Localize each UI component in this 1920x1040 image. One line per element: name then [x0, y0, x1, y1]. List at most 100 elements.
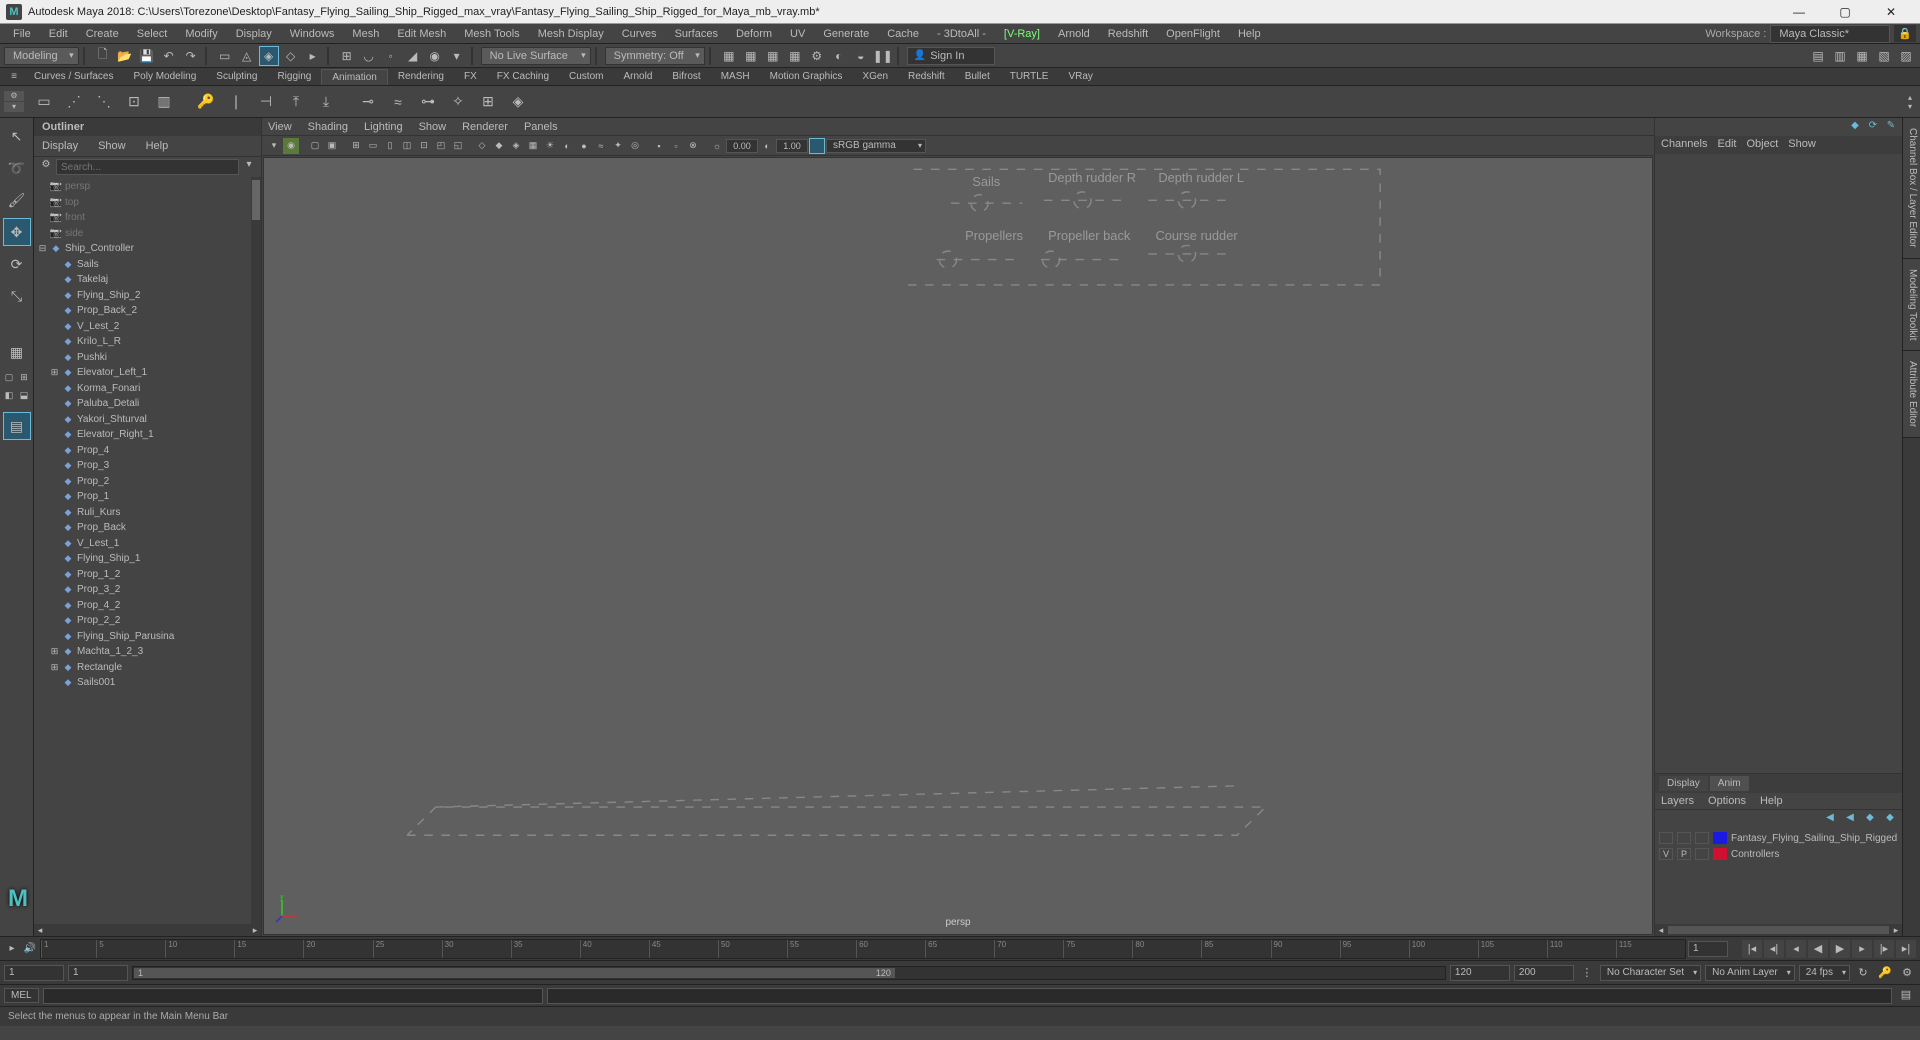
outliner-toggle-icon[interactable]: ▤ — [3, 412, 31, 440]
snap-grid-icon[interactable]: ⊞ — [337, 46, 357, 66]
menu-help[interactable]: Help — [1229, 26, 1270, 42]
anim-end-field[interactable]: 200 — [1514, 965, 1574, 981]
shelf-tab-vray[interactable]: VRay — [1058, 69, 1102, 84]
snap-plane-icon[interactable]: ◢ — [403, 46, 423, 66]
single-persp-layout-icon[interactable]: ▢ — [2, 370, 16, 384]
vp-safe-action-icon[interactable]: ◰ — [433, 138, 449, 154]
toggle-toolset-icon[interactable]: ▧ — [1874, 46, 1894, 66]
range-opts-icon[interactable]: ⋮ — [1578, 965, 1596, 981]
toggle-panel-icon[interactable]: ▥ — [1830, 46, 1850, 66]
cb-menu-show[interactable]: Show — [1788, 138, 1816, 152]
shelf-hold-key-icon[interactable]: ⊣ — [252, 88, 280, 116]
vp-select-cam-icon[interactable]: ▾ — [266, 138, 282, 154]
vp-gamma-field[interactable]: 1.00 — [776, 139, 808, 153]
new-scene-icon[interactable]: 🗋 — [93, 46, 113, 66]
menu-edit[interactable]: Edit — [40, 26, 77, 42]
outliner-node-takelaj[interactable]: Takelaj — [38, 272, 251, 288]
step-back-icon[interactable]: ◂ — [1786, 940, 1806, 958]
outliner-node-prop-4-2[interactable]: Prop_4_2 — [38, 598, 251, 614]
step-back-key-icon[interactable]: ◂| — [1764, 940, 1784, 958]
outliner-node-flying-ship-1[interactable]: Flying_Ship_1 — [38, 551, 251, 567]
render-seq-icon[interactable]: ▦ — [785, 46, 805, 66]
shelf-tab-xgen[interactable]: XGen — [852, 69, 898, 84]
outliner-hscroll[interactable]: ◂▸ — [34, 924, 261, 936]
layers-menu-help[interactable]: Help — [1760, 795, 1783, 807]
undo-icon[interactable]: ↶ — [159, 46, 179, 66]
workspace-dropdown[interactable]: Maya Classic* — [1770, 25, 1890, 43]
shelf-tab-poly-modeling[interactable]: Poly Modeling — [123, 69, 206, 84]
search-input[interactable] — [56, 159, 239, 175]
vp-grid-icon[interactable]: ⊞ — [348, 138, 364, 154]
render-globals-icon[interactable]: ⚙ — [807, 46, 827, 66]
scale-tool-icon[interactable]: ⤡ — [3, 282, 31, 310]
menu-mesh-tools[interactable]: Mesh Tools — [455, 26, 528, 42]
menu-mesh[interactable]: Mesh — [343, 26, 388, 42]
open-scene-icon[interactable]: 📂 — [115, 46, 135, 66]
menu-create[interactable]: Create — [77, 26, 128, 42]
toggle-attreditor-icon[interactable]: ▨ — [1896, 46, 1916, 66]
select-mode-icon[interactable]: ▭ — [215, 46, 235, 66]
vp-menu-view[interactable]: View — [266, 120, 294, 134]
outliner-node-paluba-detali[interactable]: Paluba_Detali — [38, 396, 251, 412]
layer-move-down-icon[interactable]: ◀ — [1842, 812, 1858, 826]
outliner-node-top[interactable]: 📷top — [38, 195, 251, 211]
outliner-menu-help[interactable]: Help — [142, 138, 173, 154]
shelf-motion-trail-icon[interactable]: ▭ — [30, 88, 58, 116]
menu-display[interactable]: Display — [227, 26, 281, 42]
outliner-node-krilo-l-r[interactable]: Krilo_L_R — [38, 334, 251, 350]
menu-select[interactable]: Select — [128, 26, 177, 42]
shelf-driven-key-icon[interactable]: ⤓ — [312, 88, 340, 116]
two-side-layout-icon[interactable]: ◧ — [2, 388, 16, 402]
step-fwd-key-icon[interactable]: |▸ — [1874, 940, 1894, 958]
vp-safe-title-icon[interactable]: ◱ — [450, 138, 466, 154]
shelf-tab-mash[interactable]: MASH — [711, 69, 760, 84]
vp-menu-lighting[interactable]: Lighting — [362, 120, 405, 134]
outliner-node-v-lest-2[interactable]: V_Lest_2 — [38, 319, 251, 335]
outliner-node-sails[interactable]: Sails — [38, 257, 251, 273]
outliner-node-pushki[interactable]: Pushki — [38, 350, 251, 366]
outliner-vscroll[interactable] — [251, 177, 261, 924]
outliner-node-sails001[interactable]: Sails001 — [38, 675, 251, 691]
shelf-options-icon[interactable]: ≡ — [4, 71, 24, 82]
sidetab-modeling-toolkit[interactable]: Modeling Toolkit — [1903, 259, 1920, 352]
shelf-tab-sculpting[interactable]: Sculpting — [206, 69, 267, 84]
range-end-field[interactable]: 120 — [1450, 965, 1510, 981]
vp-xray-joints-icon[interactable]: ⊗ — [685, 138, 701, 154]
menu-mesh-display[interactable]: Mesh Display — [529, 26, 613, 42]
outliner-node-prop-2-2[interactable]: Prop_2_2 — [38, 613, 251, 629]
shelf-bake-icon[interactable]: ⊡ — [120, 88, 148, 116]
paint-select-tool-icon[interactable]: 🖌 — [3, 186, 31, 214]
layer-move-up-icon[interactable]: ◀ — [1822, 812, 1838, 826]
outliner-node-v-lest-1[interactable]: V_Lest_1 — [38, 536, 251, 552]
outliner-menu-display[interactable]: Display — [38, 138, 82, 154]
maya-home-icon[interactable]: M — [4, 882, 32, 916]
outliner-node-prop-3[interactable]: Prop_3 — [38, 458, 251, 474]
shelf-create-clip-icon[interactable]: ▥ — [150, 88, 178, 116]
menu-edit-mesh[interactable]: Edit Mesh — [388, 26, 455, 42]
cb-menu-edit[interactable]: Edit — [1717, 138, 1736, 152]
vp-view-transform-icon[interactable] — [809, 138, 825, 154]
vp-gamma-icon[interactable]: ◐ — [759, 138, 775, 154]
vp-isolate-icon[interactable]: ▪ — [651, 138, 667, 154]
vp-exposure-field[interactable]: 0.00 — [726, 139, 758, 153]
outliner-node-prop-4[interactable]: Prop_4 — [38, 443, 251, 459]
time-ruler[interactable]: 1510152025303540455055606570758085909510… — [40, 939, 1686, 959]
select-highlight-icon[interactable]: ◈ — [259, 46, 279, 66]
step-fwd-icon[interactable]: ▸ — [1852, 940, 1872, 958]
current-frame-field[interactable]: 1 — [1688, 941, 1728, 957]
shelf-cluster-icon[interactable]: ✧ — [444, 88, 472, 116]
outliner-node-yakori-shturval[interactable]: Yakori_Shturval — [38, 412, 251, 428]
layers-menu-options[interactable]: Options — [1708, 795, 1746, 807]
live-surface-dropdown[interactable]: No Live Surface — [481, 47, 591, 65]
shelf-tab-animation[interactable]: Animation — [321, 69, 387, 85]
vp-menu-panels[interactable]: Panels — [522, 120, 560, 134]
outliner-node-flying-ship-parusina[interactable]: Flying_Ship_Parusina — [38, 629, 251, 645]
outliner-node-prop-3-2[interactable]: Prop_3_2 — [38, 582, 251, 598]
shelf-tab-custom[interactable]: Custom — [559, 69, 613, 84]
layer-row-fantasy-flying-sailing-ship-rigged[interactable]: Fantasy_Flying_Sailing_Ship_Rigged — [1659, 830, 1898, 846]
shelf-set-breakdown-icon[interactable]: ❘ — [222, 88, 250, 116]
four-view-layout-icon[interactable]: ⊞ — [17, 370, 31, 384]
cb-icon-1[interactable]: ◆ — [1848, 120, 1862, 134]
layer-row-controllers[interactable]: VPControllers — [1659, 846, 1898, 862]
play-fwd-icon[interactable]: ▶ — [1830, 940, 1850, 958]
